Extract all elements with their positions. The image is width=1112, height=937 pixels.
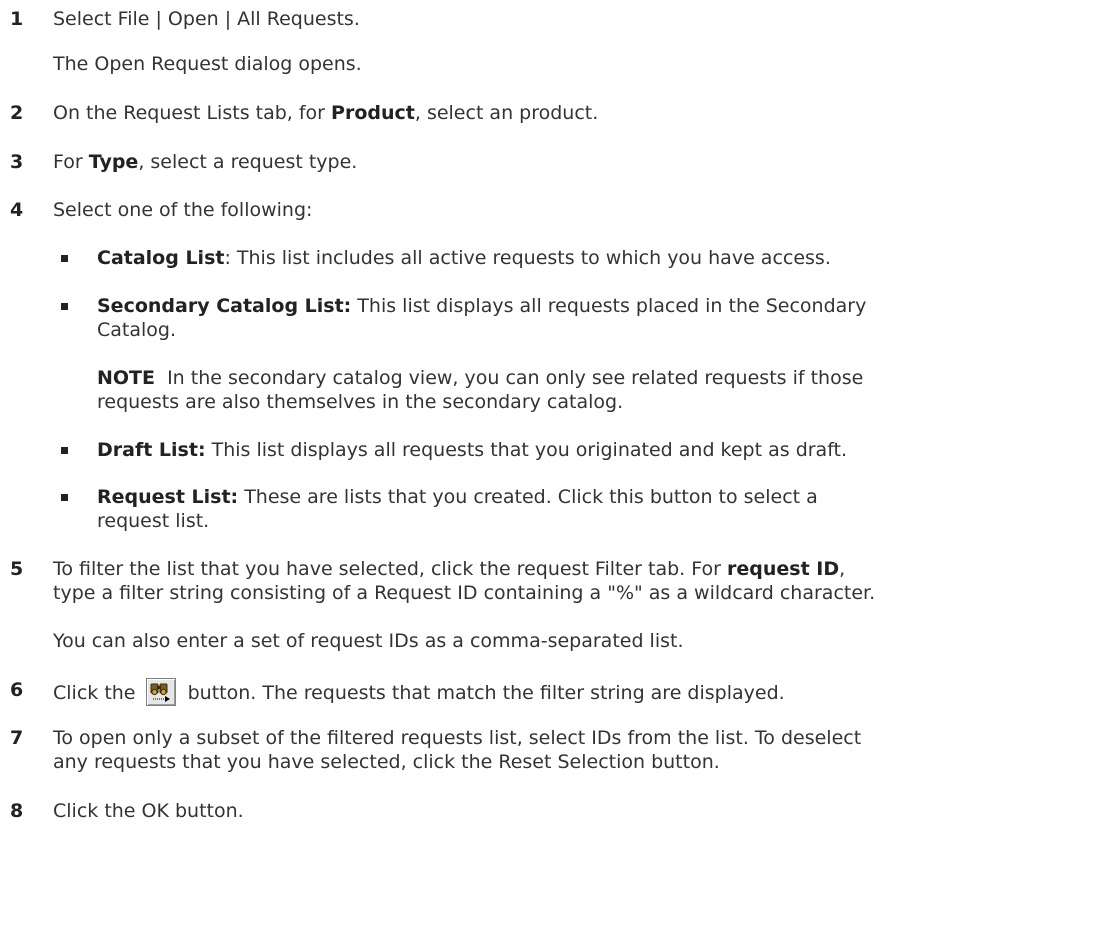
bullet-label: Secondary Catalog List: bbox=[97, 295, 352, 317]
step-number: 1 bbox=[10, 8, 24, 30]
bullet-icon bbox=[61, 303, 68, 310]
step-note: The Open Request dialog opens. bbox=[53, 53, 362, 75]
text-run: On the Request Lists tab, for bbox=[53, 102, 332, 124]
note-line: requests are also themselves in the seco… bbox=[97, 391, 624, 413]
bullet-text: Catalog List: This list includes all act… bbox=[97, 246, 831, 270]
step-text: type a filter string consisting of a Req… bbox=[53, 582, 876, 604]
bullet-label: Request List: bbox=[97, 486, 239, 508]
step-number: 6 bbox=[10, 679, 24, 701]
step-text: any requests that you have selected, cli… bbox=[53, 751, 720, 773]
field-name: Type bbox=[88, 151, 139, 173]
step-text: Select File | Open | All Requests. bbox=[53, 8, 360, 30]
step-text: Select one of the following: bbox=[53, 199, 313, 221]
text-run: button. The requests that match the filt… bbox=[181, 682, 785, 704]
step-text: Click the button. The requests that matc… bbox=[53, 678, 785, 706]
step-number: 2 bbox=[10, 102, 24, 124]
text-run: , select a request type. bbox=[138, 151, 358, 173]
bullet-text: Draft List: This list displays all reque… bbox=[97, 438, 847, 462]
note-label: NOTE bbox=[97, 367, 155, 389]
note-text: NOTE In the secondary catalog view, you … bbox=[97, 366, 863, 390]
step-number: 3 bbox=[10, 151, 24, 173]
step-number: 7 bbox=[10, 727, 24, 749]
binoculars-filter-icon bbox=[145, 678, 176, 706]
text-run: To filter the list that you have selecte… bbox=[53, 558, 727, 580]
bullet-text: Request List: These are lists that you c… bbox=[97, 485, 818, 509]
bullet-label: Draft List: bbox=[97, 439, 206, 461]
step-text: For Type, select a request type. bbox=[53, 150, 357, 174]
bullet-description-cont: request list. bbox=[97, 510, 210, 532]
note-line: In the secondary catalog view, you can o… bbox=[155, 367, 864, 389]
step-text: To open only a subset of the filtered re… bbox=[53, 727, 862, 749]
text-run: , bbox=[839, 558, 846, 580]
step-text: Click the OK button. bbox=[53, 800, 244, 822]
bullet-description: : This list includes all active requests… bbox=[224, 247, 831, 269]
bullet-description: This list displays all requests placed i… bbox=[351, 295, 867, 317]
bullet-description: This list displays all requests that you… bbox=[205, 439, 848, 461]
bullet-description-cont: Catalog. bbox=[97, 319, 177, 341]
text-run: , select an product. bbox=[414, 102, 599, 124]
bullet-icon bbox=[61, 447, 68, 454]
bullet-icon bbox=[61, 494, 68, 501]
step-number: 8 bbox=[10, 800, 24, 822]
text-run: For bbox=[53, 151, 89, 173]
bullet-description: These are lists that you created. Click … bbox=[238, 486, 818, 508]
step-note: You can also enter a set of request IDs … bbox=[53, 630, 684, 652]
field-name: Product bbox=[331, 102, 415, 124]
bullet-label: Catalog List bbox=[97, 247, 225, 269]
step-number: 5 bbox=[10, 558, 24, 580]
step-text: To filter the list that you have selecte… bbox=[53, 557, 845, 581]
text-run: Click the bbox=[53, 682, 142, 704]
bullet-icon bbox=[61, 255, 68, 262]
step-number: 4 bbox=[10, 199, 24, 221]
field-name: request ID bbox=[727, 558, 840, 580]
bullet-text: Secondary Catalog List: This list displa… bbox=[97, 294, 866, 318]
step-text: On the Request Lists tab, for Product, s… bbox=[53, 101, 598, 125]
